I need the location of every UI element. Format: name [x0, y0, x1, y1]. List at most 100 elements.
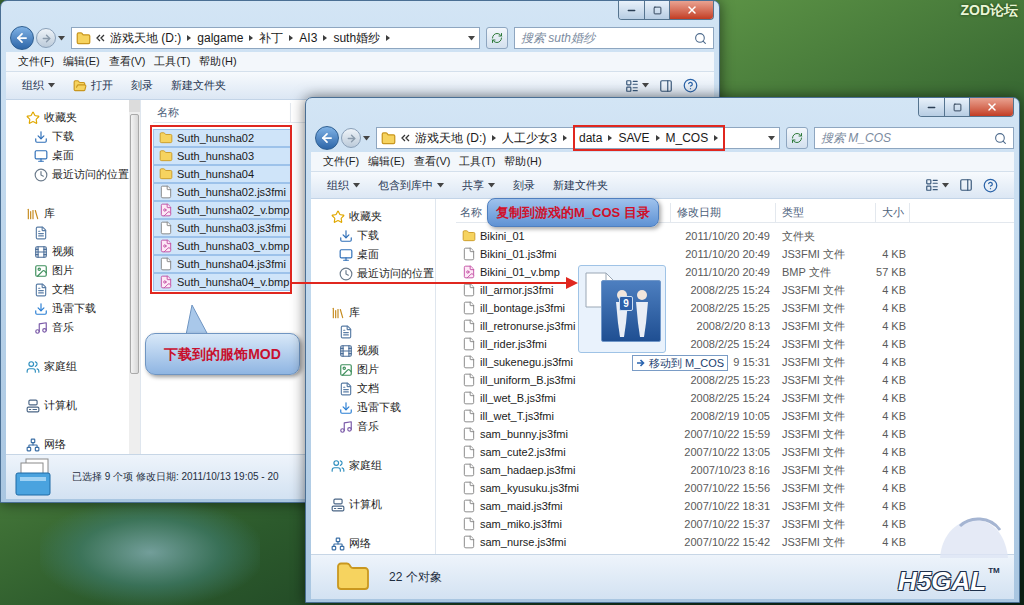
- file-row[interactable]: Bikini_01_v.bmp2011/10/20 20:49BMP 文件57 …: [456, 263, 1014, 281]
- view-button[interactable]: [925, 178, 949, 192]
- address-box[interactable]: 游戏天地 (D:) 人工少女3 data SAVE M_COS: [376, 127, 780, 149]
- nav-item[interactable]: 家庭组: [6, 357, 140, 376]
- file-row[interactable]: sam_maid.js3fmi2007/10/22 18:31JS3FMI 文件…: [456, 497, 1014, 515]
- nav-item[interactable]: 网络: [311, 534, 435, 553]
- path-segment[interactable]: data: [579, 131, 602, 145]
- nav-item[interactable]: 下载: [6, 127, 140, 146]
- refresh-button[interactable]: [786, 127, 808, 149]
- refresh-button[interactable]: [486, 27, 508, 49]
- nav-item[interactable]: 计算机: [311, 495, 435, 514]
- column-header-cell[interactable]: 类型: [776, 203, 876, 222]
- nav-item[interactable]: 图片: [311, 360, 435, 379]
- nav-item[interactable]: 收藏夹: [311, 207, 435, 226]
- search-box[interactable]: 搜索 suth婚纱: [514, 27, 714, 49]
- nav-item[interactable]: 下载: [311, 226, 435, 245]
- path-segment[interactable]: 游戏天地 (D:): [415, 131, 486, 145]
- nav-item[interactable]: 库: [6, 204, 140, 223]
- column-header-cell[interactable]: 大小: [876, 203, 910, 222]
- nav-item[interactable]: [6, 223, 140, 242]
- view-button[interactable]: [625, 79, 649, 93]
- toolbar-button[interactable]: 刻录: [125, 77, 159, 94]
- nav-item[interactable]: 库: [311, 303, 435, 322]
- minimize-button[interactable]: [919, 98, 945, 116]
- toolbar-button[interactable]: 打开: [67, 77, 119, 95]
- file-row[interactable]: ill_wet_B.js3fmi2008/2/25 15:24JS3FMI 文件…: [456, 389, 1014, 407]
- path-segment[interactable]: 游戏天地 (D:): [110, 31, 181, 45]
- menu-item[interactable]: 帮助(H): [199, 55, 236, 68]
- title-bar[interactable]: [311, 98, 1014, 124]
- close-button[interactable]: [670, 1, 713, 19]
- column-header-cell[interactable]: 修改日期: [671, 203, 776, 222]
- menu-item[interactable]: 编辑(E): [368, 155, 405, 168]
- file-row[interactable]: Bikini_012011/10/20 20:49文件夹: [456, 227, 1014, 245]
- nav-item[interactable]: 迅雷下载: [311, 398, 435, 417]
- nav-item[interactable]: 音乐: [311, 417, 435, 436]
- nav-item[interactable]: 迅雷下载: [6, 299, 140, 318]
- file-row[interactable]: sam_nurse.js3fmi2007/10/22 15:42JS3FMI 文…: [456, 533, 1014, 551]
- nav-item[interactable]: 家庭组: [311, 456, 435, 475]
- nav-item[interactable]: 图片: [6, 261, 140, 280]
- menu-item[interactable]: 工具(T): [154, 55, 190, 68]
- toolbar-button[interactable]: 新建文件夹: [165, 77, 232, 94]
- nav-item[interactable]: [311, 322, 435, 341]
- column-header-cell[interactable]: 名称: [153, 103, 291, 122]
- path-segment[interactable]: galgame: [197, 31, 243, 45]
- nav-item[interactable]: 文档: [6, 280, 140, 299]
- menu-item[interactable]: 文件(F): [18, 55, 54, 68]
- menu-item[interactable]: 编辑(E): [63, 55, 100, 68]
- menu-item[interactable]: 文件(F): [323, 155, 359, 168]
- file-row[interactable]: sam_hadaep.js3fmi2007/10/23 8:16JS3FMI 文…: [456, 461, 1014, 479]
- menu-item[interactable]: 帮助(H): [504, 155, 541, 168]
- preview-pane-icon[interactable]: [959, 178, 973, 192]
- toolbar-button[interactable]: 刻录: [507, 177, 541, 194]
- minimize-button[interactable]: [619, 1, 645, 19]
- back-button[interactable]: [10, 26, 34, 50]
- preview-pane-icon[interactable]: [659, 79, 673, 93]
- file-row[interactable]: sam_miko.js3fmi2007/10/22 15:37JS3FMI 文件…: [456, 515, 1014, 533]
- maximize-button[interactable]: [645, 1, 670, 19]
- menu-item[interactable]: 查看(V): [414, 155, 451, 168]
- help-icon[interactable]: [683, 78, 698, 93]
- file-row[interactable]: Bikini_01.js3fmi2011/10/20 20:49JS3FMI 文…: [456, 245, 1014, 263]
- nav-item[interactable]: 收藏夹: [6, 108, 140, 127]
- search-box[interactable]: 搜索 M_COS: [814, 127, 1014, 149]
- scrollbar[interactable]: [129, 100, 140, 454]
- toolbar-button[interactable]: 共享: [456, 177, 501, 194]
- nav-item[interactable]: 文档: [311, 379, 435, 398]
- file-row[interactable]: ill_retronurse.js3fmi2008/2/20 8:13JS3FM…: [456, 317, 1014, 335]
- nav-item[interactable]: 音乐: [6, 318, 140, 337]
- help-icon[interactable]: [983, 178, 998, 193]
- path-segment[interactable]: suth婚纱: [333, 31, 380, 45]
- path-segment[interactable]: 补丁: [259, 31, 283, 45]
- file-row[interactable]: ill_bontage.js3fmi2008/2/25 15:25JS3FMI …: [456, 299, 1014, 317]
- forward-button[interactable]: [341, 128, 361, 148]
- close-button[interactable]: [970, 98, 1013, 116]
- nav-item[interactable]: 桌面: [6, 146, 140, 165]
- path-segment[interactable]: 人工少女3: [502, 131, 557, 145]
- nav-item[interactable]: 最近访问的位置: [311, 264, 435, 283]
- scrollbar-thumb[interactable]: [130, 114, 139, 374]
- file-row[interactable]: ill_sukenegu.js3fmi9 15:31JS3FMI 文件4 KB: [456, 353, 1014, 371]
- file-row[interactable]: ill_wet_T.js3fmi2008/2/19 10:05JS3FMI 文件…: [456, 407, 1014, 425]
- forward-button[interactable]: [36, 28, 56, 48]
- path-segment[interactable]: M_COS: [666, 131, 709, 145]
- toolbar-button[interactable]: 组织: [16, 77, 61, 94]
- file-row[interactable]: ill_uniform_B.js3fmi2008/2/25 15:23JS3FM…: [456, 371, 1014, 389]
- file-row[interactable]: sam_cute2.js3fmi2007/10/22 13:05JS3FMI 文…: [456, 443, 1014, 461]
- nav-item[interactable]: 桌面: [311, 245, 435, 264]
- nav-item[interactable]: 最近访问的位置: [6, 165, 140, 184]
- nav-item[interactable]: 视频: [6, 242, 140, 261]
- menu-item[interactable]: 工具(T): [459, 155, 495, 168]
- nav-item[interactable]: 视频: [311, 341, 435, 360]
- nav-item[interactable]: 计算机: [6, 396, 140, 415]
- menu-item[interactable]: 查看(V): [109, 55, 146, 68]
- path-segment[interactable]: SAVE: [618, 131, 649, 145]
- back-button[interactable]: [315, 126, 339, 150]
- toolbar-button[interactable]: 新建文件夹: [547, 177, 614, 194]
- title-bar[interactable]: [6, 1, 714, 24]
- file-row[interactable]: ill_rider.js3fmi2008/2/25 15:24JS3FMI 文件…: [456, 335, 1014, 353]
- file-row[interactable]: sam_bunny.js3fmi2007/10/22 15:59JS3FMI 文…: [456, 425, 1014, 443]
- toolbar-button[interactable]: 组织: [321, 177, 366, 194]
- toolbar-button[interactable]: 包含到库中: [372, 177, 450, 194]
- file-row[interactable]: ill_armor.js3fmi2008/2/25 15:24JS3FMI 文件…: [456, 281, 1014, 299]
